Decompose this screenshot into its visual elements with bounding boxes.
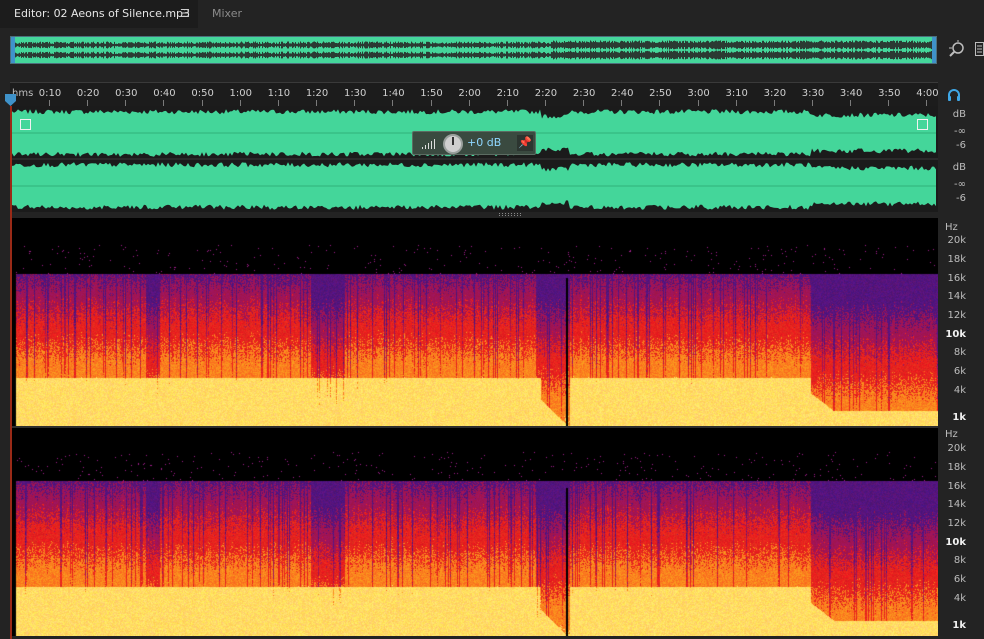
frequency-label: 12k: [947, 310, 966, 321]
frequency-label: 10k: [945, 537, 966, 548]
frequency-label: 18k: [947, 462, 966, 473]
frequency-label: 1k: [952, 620, 966, 631]
spectrogram-graphic: [10, 218, 938, 426]
time-tick-label: 0:40: [153, 88, 176, 99]
tab-bar: Editor: 02 Aeons of Silence.mp3 ☰ Mixer: [0, 0, 984, 28]
tab-mixer[interactable]: Mixer: [212, 7, 242, 20]
time-tick-label: 3:30: [801, 88, 825, 99]
tab-editor[interactable]: Editor: 02 Aeons of Silence.mp3 ☰: [0, 0, 198, 28]
time-tick-label: 1:40: [382, 88, 405, 99]
frequency-label: 18k: [947, 254, 966, 265]
amplitude-label: -6: [956, 140, 966, 151]
frequency-label: 4k: [953, 593, 966, 604]
waveform-editor[interactable]: [10, 106, 938, 212]
splitter-grip-icon[interactable]: [499, 213, 523, 216]
amplitude-label: -6: [956, 193, 966, 204]
pin-icon[interactable]: 📌: [517, 135, 533, 151]
amplitude-scale-right-channel: dB -∞ -6: [940, 159, 984, 211]
time-tick-label: 3:20: [763, 88, 787, 99]
spectrogram-graphic: [10, 428, 938, 636]
spectral-display-left-channel[interactable]: [10, 218, 938, 426]
playhead-marker-icon[interactable]: [5, 94, 16, 106]
frequency-label: 14k: [947, 499, 966, 510]
frequency-label: 12k: [947, 518, 966, 529]
fade-in-handle-icon[interactable]: [20, 119, 31, 130]
overview-left-handle[interactable]: [11, 37, 15, 63]
time-tick-label: 2:00: [458, 88, 481, 99]
gain-value[interactable]: +0 dB: [467, 136, 501, 149]
gain-hud[interactable]: +0 dB 📌: [412, 131, 536, 155]
overview-right-handle[interactable]: [932, 37, 936, 63]
frequency-scale-right-channel: Hz 20k 18k 16k 14k 12k 10k 8k 6k 4k 1k: [940, 428, 984, 636]
panel-icon[interactable]: [975, 42, 984, 56]
time-tick-label: 2:40: [611, 88, 634, 99]
gain-knob-icon[interactable]: [443, 134, 463, 154]
time-tick-label: 1:20: [305, 88, 329, 99]
frequency-unit: Hz: [945, 222, 958, 233]
time-tick-label: 4:00: [916, 88, 939, 99]
menu-icon[interactable]: ☰: [180, 7, 190, 20]
time-tick-label: 0:10: [38, 88, 62, 99]
tab-editor-label: Editor: 02 Aeons of Silence.mp3: [14, 7, 191, 20]
amplitude-label: -∞: [954, 179, 966, 190]
time-tick-label: 2:10: [496, 88, 520, 99]
fade-out-handle-icon[interactable]: [917, 119, 928, 130]
time-tick-label: 0:30: [115, 88, 138, 99]
time-ruler[interactable]: hms 0:10 0:20 0:30 0:40 0:50 1:00 1:10 1:20 1:30…: [10, 82, 939, 106]
overview-waveform-graphic: [15, 40, 932, 60]
headphone-icon[interactable]: [947, 88, 961, 102]
frequency-label: 16k: [947, 481, 966, 492]
frequency-label: 6k: [953, 574, 966, 585]
time-tick-label: 2:20: [534, 88, 558, 99]
frequency-label: 10k: [945, 329, 966, 340]
time-tick-label: 3:00: [687, 88, 710, 99]
time-tick-label: 0:50: [191, 88, 214, 99]
frequency-label: 1k: [952, 412, 966, 423]
volume-icon: [422, 139, 435, 149]
time-tick-label: 3:40: [839, 88, 863, 99]
time-tick-label: 3:10: [725, 88, 748, 99]
time-tick-label: 2:50: [649, 88, 672, 99]
time-tick-label: 1:30: [343, 88, 367, 99]
amplitude-scale-left-channel: dB -∞ -6: [940, 106, 984, 158]
frequency-label: 14k: [947, 291, 966, 302]
amplitude-label: -∞: [954, 126, 966, 137]
frequency-label: 16k: [947, 273, 966, 284]
spectral-display-right-channel[interactable]: [10, 428, 938, 636]
frequency-unit: Hz: [945, 429, 958, 440]
time-tick-label: 1:00: [229, 88, 252, 99]
amplitude-label: dB: [952, 109, 966, 120]
frequency-label: 20k: [947, 443, 966, 454]
waveform-graphic: [10, 109, 938, 210]
frequency-label: 4k: [953, 385, 966, 396]
time-tick-label: 1:10: [267, 88, 291, 99]
overview-waveform[interactable]: [10, 36, 937, 64]
frequency-label: 8k: [953, 347, 966, 358]
frequency-label: 20k: [947, 235, 966, 246]
time-tick-label: 3:50: [878, 88, 901, 99]
frequency-label: 8k: [953, 555, 966, 566]
amplitude-label: dB: [952, 162, 966, 173]
start-marker-line: [10, 106, 12, 639]
time-tick-label: 1:50: [420, 88, 443, 99]
frequency-scale-left-channel: Hz 20k 18k 16k 14k 12k 10k 8k 6k 4k 1k: [940, 218, 984, 426]
zoom-icon[interactable]: [948, 40, 966, 58]
frequency-label: 6k: [953, 366, 966, 377]
time-tick-label: 2:30: [572, 88, 596, 99]
time-tick-label: 0:20: [76, 88, 100, 99]
